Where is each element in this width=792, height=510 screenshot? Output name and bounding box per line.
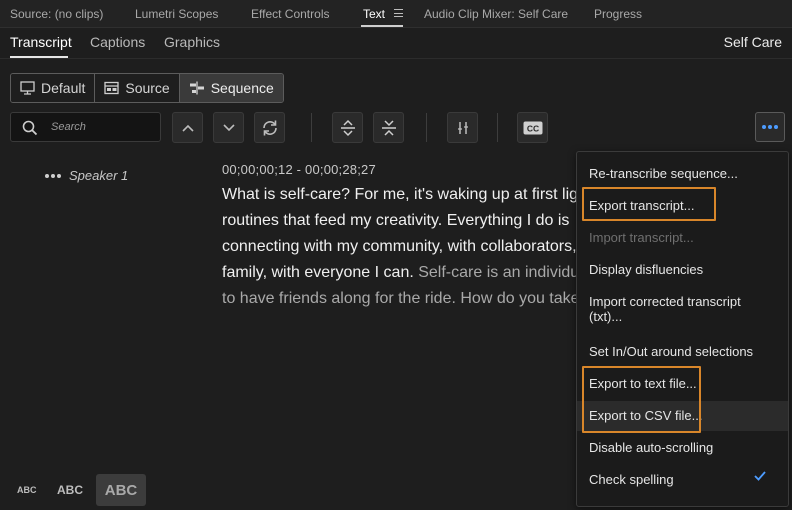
view-sequence-label: Sequence [210,80,274,96]
toolbar-divider [311,113,312,142]
tab-progress[interactable]: Progress [594,7,642,21]
menu-item-export-text-file[interactable]: Export to text file... [589,376,697,391]
text-panel-subtabs: Transcript Captions Graphics Self Care [0,28,792,59]
panel-menu-icon[interactable] [394,9,403,17]
tab-lumetri-scopes[interactable]: Lumetri Scopes [135,7,218,21]
transcript-search [10,112,161,142]
cc-icon: CC [523,121,542,134]
speaker-label[interactable]: Speaker 1 [45,168,128,183]
view-mode-toggle: Default Source Sequence [10,73,284,103]
active-tab-indicator [361,25,403,27]
checkmark-icon [754,471,766,481]
transcript-line: routines that feed my creativity. Everyt… [222,212,570,229]
search-input[interactable] [51,117,156,137]
speaker-name: Speaker 1 [69,168,129,183]
create-captions-button[interactable]: CC [517,112,548,143]
panel-tab-bar: Source: (no clips) Lumetri Scopes Effect… [0,0,792,28]
text-size-small-button[interactable]: ABC [17,485,37,495]
split-segment-icon [457,121,468,134]
refresh-icon [262,120,277,135]
menu-item-import-transcript[interactable]: Import transcript... [589,230,694,245]
search-icon [22,120,38,136]
text-size-large-label: ABC [104,481,138,499]
view-default-label: Default [41,80,86,96]
chevron-up-icon [181,124,194,132]
menu-item-disable-auto-scrolling[interactable]: Disable auto-scrolling [589,440,713,455]
menu-item-display-disfluencies[interactable]: Display disfluencies [589,262,703,277]
transcript-line: What is self-care? For me, it's waking u… [222,186,577,203]
menu-item-retranscribe[interactable]: Re-transcribe sequence... [589,166,738,181]
view-sequence-button[interactable]: Sequence [179,74,283,102]
split-segment-button[interactable] [447,112,478,143]
collapse-all-button[interactable] [373,112,404,143]
menu-item-export-transcript[interactable]: Export transcript... [589,198,694,213]
transcript-line: to have friends along for the ride. How … [222,290,577,307]
source-clip-icon [104,81,120,95]
transcript-line: connecting with my community, with colla… [222,238,577,255]
transcript-line: family, with everyone I can. Self-care i… [222,264,577,281]
menu-item-check-spelling[interactable]: Check spelling [589,472,674,487]
sequence-name: Self Care [723,34,782,50]
view-source-label: Source [125,80,170,96]
menu-item-export-csv-file[interactable]: Export to CSV file... [589,408,702,423]
toolbar-divider [426,113,427,142]
menu-item-import-corrected-transcript[interactable]: Import corrected transcript (txt)... [589,294,741,324]
view-source-button[interactable]: Source [95,74,180,102]
more-options-icon [762,125,766,129]
text-size-large-button[interactable]: ABC [96,474,146,506]
tab-audio-clip-mixer[interactable]: Audio Clip Mixer: Self Care [424,7,568,21]
subtab-captions[interactable]: Captions [90,34,145,50]
subtab-graphics[interactable]: Graphics [164,34,220,50]
subtab-transcript[interactable]: Transcript [10,34,72,50]
expand-all-button[interactable] [332,112,363,143]
active-subtab-indicator [10,56,68,58]
chevron-down-icon [222,123,235,131]
replace-button[interactable] [254,112,285,143]
next-result-button[interactable] [213,112,244,143]
view-default-button[interactable]: Default [11,74,96,102]
tab-effect-controls[interactable]: Effect Controls [251,7,329,21]
transcript-options-menu: Re-transcribe sequence... Export transcr… [576,151,789,507]
tab-source[interactable]: Source: (no clips) [10,7,103,21]
speaker-options-icon[interactable] [45,173,61,178]
collapse-icon [381,119,396,136]
svg-text:CC: CC [526,123,538,133]
text-size-medium-button[interactable]: ABC [57,483,83,497]
sequence-icon [189,81,204,95]
previous-result-button[interactable] [172,112,203,143]
segment-timecode: 00;00;00;12 - 00;00;28;27 [222,162,376,177]
expand-icon [340,119,355,136]
monitor-icon [20,81,35,95]
menu-item-set-in-out[interactable]: Set In/Out around selections [589,344,753,359]
more-options-button[interactable] [755,112,785,142]
toolbar-divider [497,113,498,142]
tab-text[interactable]: Text [363,7,385,21]
